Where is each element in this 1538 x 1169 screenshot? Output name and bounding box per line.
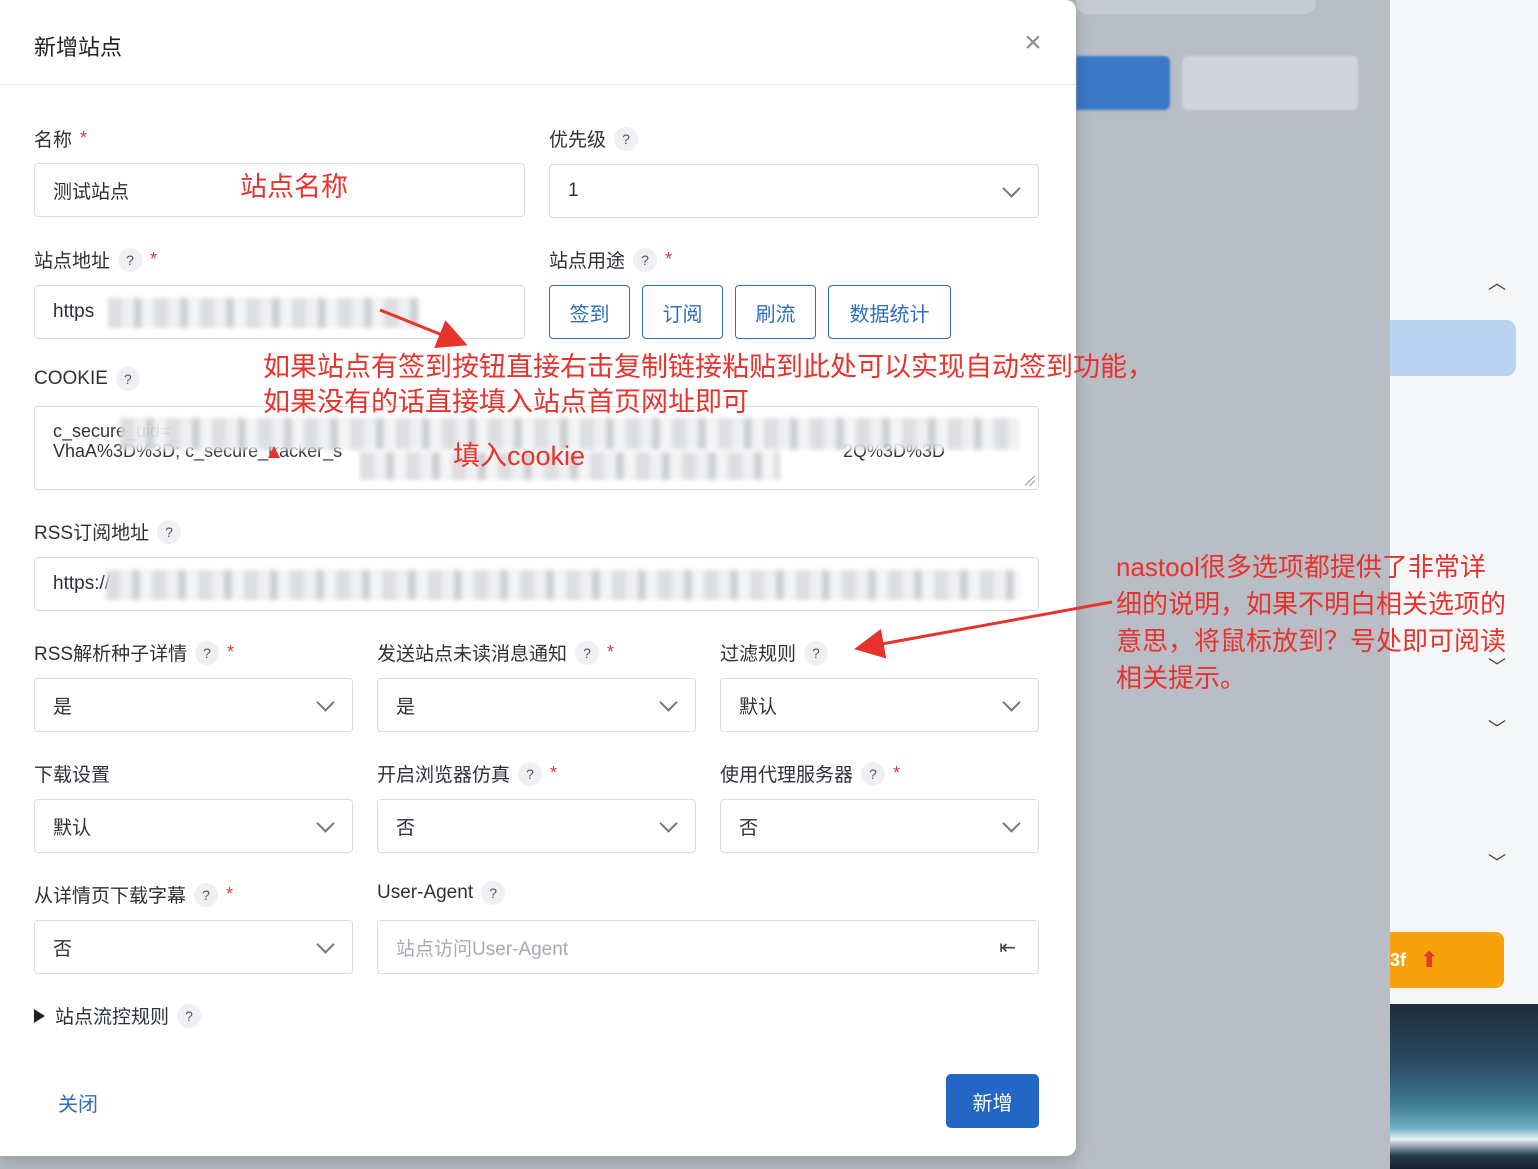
cookie-marker	[268, 446, 280, 458]
arrow-to-help	[854, 600, 1113, 659]
annotation-arrows	[268, 308, 1113, 659]
arrow-to-url	[379, 308, 468, 348]
